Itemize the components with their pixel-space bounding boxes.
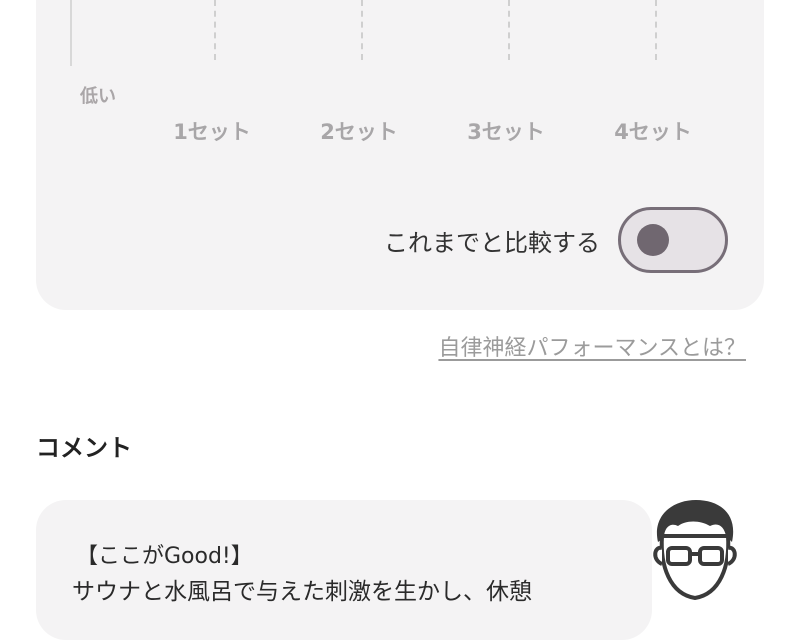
comment-section-title: コメント bbox=[36, 434, 132, 462]
compare-toggle[interactable] bbox=[618, 207, 728, 273]
comment-body: サウナと水風呂で与えた刺激を生かし、休憩 bbox=[72, 579, 532, 605]
chart-x-tick-4: 4セット bbox=[614, 120, 692, 144]
chart-gridline bbox=[361, 0, 363, 60]
chart-y-label-low: 低い bbox=[80, 86, 116, 107]
toggle-knob bbox=[637, 224, 669, 256]
man-with-glasses-avatar-icon bbox=[640, 496, 750, 606]
chart-y-axis bbox=[70, 0, 72, 66]
compare-row: これまでと比較する bbox=[384, 204, 728, 276]
chart-x-tick-2: 2セット bbox=[320, 120, 398, 144]
chart-x-tick-1: 1セット bbox=[173, 120, 251, 144]
comment-bubble: 【ここがGood!】 サウナと水風呂で与えた刺激を生かし、休憩 bbox=[36, 500, 652, 640]
chart-gridline bbox=[508, 0, 510, 60]
comment-heading: 【ここがGood!】 bbox=[76, 544, 253, 569]
performance-chart-card: 低い 1セット 2セット 3セット 4セット これまでと比較する bbox=[36, 0, 764, 310]
compare-label: これまでと比較する bbox=[384, 228, 600, 257]
about-autonomic-performance-link[interactable]: 自律神経パフォーマンスとは？ bbox=[438, 330, 746, 362]
chart-gridline bbox=[214, 0, 216, 60]
chart-x-tick-3: 3セット bbox=[467, 120, 545, 144]
chart-gridline bbox=[655, 0, 657, 60]
